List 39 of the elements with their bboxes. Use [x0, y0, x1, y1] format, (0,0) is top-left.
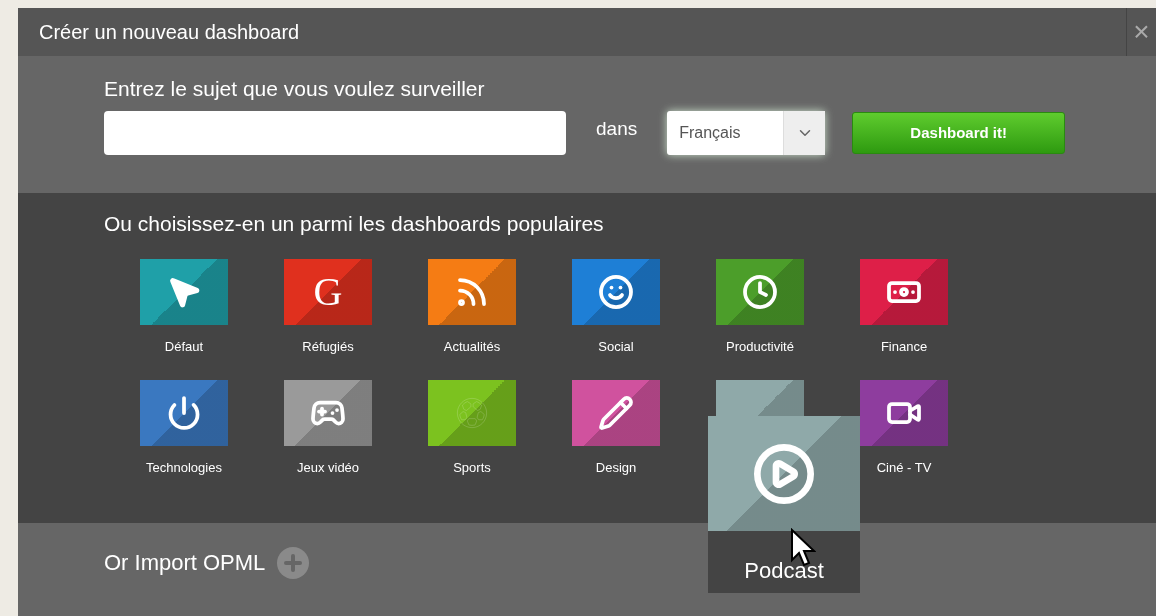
topic-label: Entrez le sujet que vous voulez surveiller	[104, 78, 486, 99]
tile-label: Social	[598, 338, 634, 356]
dashboard-tile[interactable]	[140, 259, 228, 325]
football-icon	[454, 395, 490, 431]
import-label: Or Import OPML	[104, 549, 266, 577]
smile-icon	[598, 274, 634, 310]
tile-label: Design	[595, 459, 637, 477]
dashboard-tile[interactable]	[140, 380, 228, 446]
dashboard-tile[interactable]	[716, 259, 804, 325]
dialog-title: Créer un nouveau dashboard	[38, 20, 300, 45]
dashboard-tile[interactable]	[428, 380, 516, 446]
in-label: dans	[596, 116, 638, 141]
dashboard-tile[interactable]	[860, 259, 948, 325]
topic-input[interactable]	[104, 111, 566, 155]
letter-logo: G	[313, 272, 343, 312]
play-icon	[752, 441, 816, 506]
tile-label: Finance	[880, 338, 928, 356]
clock-icon	[742, 274, 778, 310]
dashboard-it-button[interactable]: Dashboard it!	[852, 112, 1066, 154]
tile-label: Productivité	[726, 338, 794, 356]
language-select[interactable]: Français	[667, 111, 826, 155]
tile-label: Jeux vidéo	[296, 459, 360, 477]
pencil-icon	[598, 395, 634, 431]
dashboard-tile[interactable]	[428, 259, 516, 325]
tile-label: Technologies	[146, 459, 222, 477]
tile-label: Actualités	[443, 338, 501, 356]
popular-heading: Ou choisissez-en un parmi les dashboards populaires	[104, 213, 605, 234]
dashboard-tile[interactable]: G	[284, 259, 372, 325]
dashboard-tile[interactable]	[860, 380, 948, 446]
tile-label: Ciné - TV	[876, 459, 932, 477]
dashboard-tile[interactable]	[572, 259, 660, 325]
tile-label: Podcast	[743, 557, 825, 585]
tile-label: Réfugiés	[302, 338, 354, 356]
tile-label: Défaut	[164, 338, 204, 356]
tile-hover-popup[interactable]: Podcast	[708, 416, 860, 593]
power-icon	[166, 395, 202, 431]
dashboard-tile[interactable]	[284, 380, 372, 446]
dashboard-tile[interactable]	[572, 380, 660, 446]
tile-label: Sports	[453, 459, 491, 477]
